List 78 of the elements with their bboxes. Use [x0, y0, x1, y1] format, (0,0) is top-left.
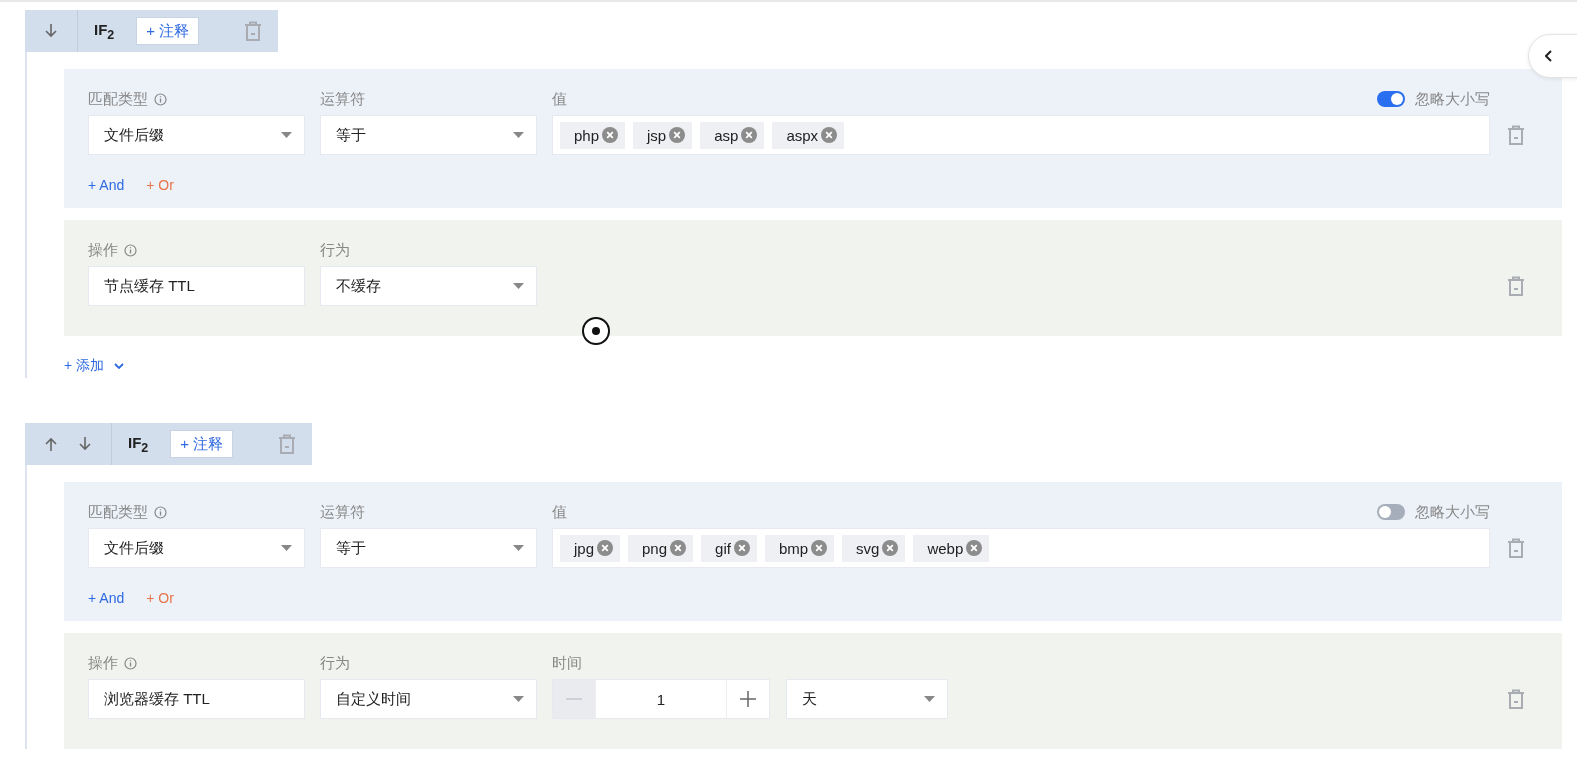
value-tag: aspx: [772, 121, 845, 149]
remove-icon[interactable]: [597, 540, 614, 556]
toggle-label: 忽略大小写: [1415, 89, 1490, 109]
dropdown[interactable]: 等于: [320, 528, 537, 568]
arrow-down-icon: [44, 24, 58, 38]
field-label: 运算符: [320, 89, 365, 109]
remove-icon[interactable]: [670, 540, 687, 556]
info-icon: [124, 243, 137, 257]
caret-icon: [281, 545, 292, 551]
cursor-icon: [581, 316, 611, 346]
operation-field[interactable]: 浏览器缓存 TTL: [88, 679, 305, 719]
value-tag: bmp: [764, 534, 835, 562]
value-tag: png: [628, 534, 694, 562]
trash-icon: [1506, 538, 1526, 558]
field-label: 行为: [320, 240, 350, 260]
field-label: 值: [552, 502, 567, 522]
dropdown[interactable]: 不缓存: [320, 266, 537, 306]
chevron-down-icon[interactable]: [114, 363, 125, 369]
remove-icon[interactable]: [966, 540, 983, 556]
toggle-label: 忽略大小写: [1415, 502, 1490, 522]
dropdown[interactable]: 文件后缀: [88, 528, 305, 568]
tag-input[interactable]: jpg png gif bmp svg webp: [552, 528, 1490, 568]
and-link[interactable]: + And: [88, 177, 125, 193]
add-link[interactable]: + 添加: [64, 357, 105, 375]
trash-icon: [1506, 276, 1526, 296]
field-label: 匹配类型: [88, 502, 148, 522]
field-label: 运算符: [320, 502, 365, 522]
info-icon: [154, 92, 167, 106]
caret-icon: [281, 132, 292, 138]
value-tag: gif: [701, 534, 757, 562]
value-tag: svg: [842, 534, 906, 562]
plus-icon: [740, 691, 756, 707]
value-tag: php: [560, 121, 626, 149]
field-label: 匹配类型: [88, 89, 148, 109]
field-label: 值: [552, 89, 567, 109]
number-stepper[interactable]: 1: [552, 679, 770, 719]
ignore-case-toggle[interactable]: [1377, 91, 1405, 107]
caret-icon: [513, 283, 524, 289]
arrow-up-icon: [44, 437, 58, 451]
caret-icon: [924, 696, 935, 702]
ignore-case-toggle[interactable]: [1377, 504, 1405, 520]
add-note-button[interactable]: + 注释: [136, 17, 200, 45]
info-icon: [154, 505, 167, 519]
caret-icon: [513, 132, 524, 138]
value-tag: jpg: [560, 534, 621, 562]
remove-icon[interactable]: [741, 127, 758, 143]
value-tag: webp: [913, 534, 990, 562]
field-label: 时间: [552, 653, 582, 673]
rule-title: IF$_{2}$: [94, 20, 115, 42]
value-tag: jsp: [633, 121, 693, 149]
chevron-left-icon: [1545, 50, 1553, 62]
operation-field[interactable]: 节点缓存 TTL: [88, 266, 305, 306]
add-note-button[interactable]: + 注释: [170, 430, 234, 458]
remove-icon[interactable]: [669, 127, 686, 143]
info-icon: [124, 656, 137, 670]
tag-input[interactable]: php jsp asp aspx: [552, 115, 1490, 155]
trash-icon: [1506, 689, 1526, 709]
remove-icon[interactable]: [602, 127, 619, 143]
rule-title: IF$_{2}$: [128, 433, 149, 455]
arrow-down-icon: [78, 437, 92, 451]
field-label: 操作: [88, 240, 118, 260]
caret-icon: [513, 545, 524, 551]
dropdown[interactable]: 文件后缀: [88, 115, 305, 155]
dropdown[interactable]: 等于: [320, 115, 537, 155]
caret-icon: [513, 696, 524, 702]
field-label: 操作: [88, 653, 118, 673]
remove-icon[interactable]: [733, 540, 750, 556]
remove-icon[interactable]: [821, 127, 838, 143]
value-tag: asp: [700, 121, 765, 149]
remove-icon[interactable]: [882, 540, 899, 556]
dropdown[interactable]: 自定义时间: [320, 679, 537, 719]
trash-icon: [1506, 125, 1526, 145]
dropdown[interactable]: 天: [786, 679, 948, 719]
remove-icon[interactable]: [811, 540, 828, 556]
trash-icon: [243, 21, 264, 41]
field-label: 行为: [320, 653, 350, 673]
trash-icon: [277, 434, 298, 454]
and-link[interactable]: + And: [88, 590, 125, 606]
